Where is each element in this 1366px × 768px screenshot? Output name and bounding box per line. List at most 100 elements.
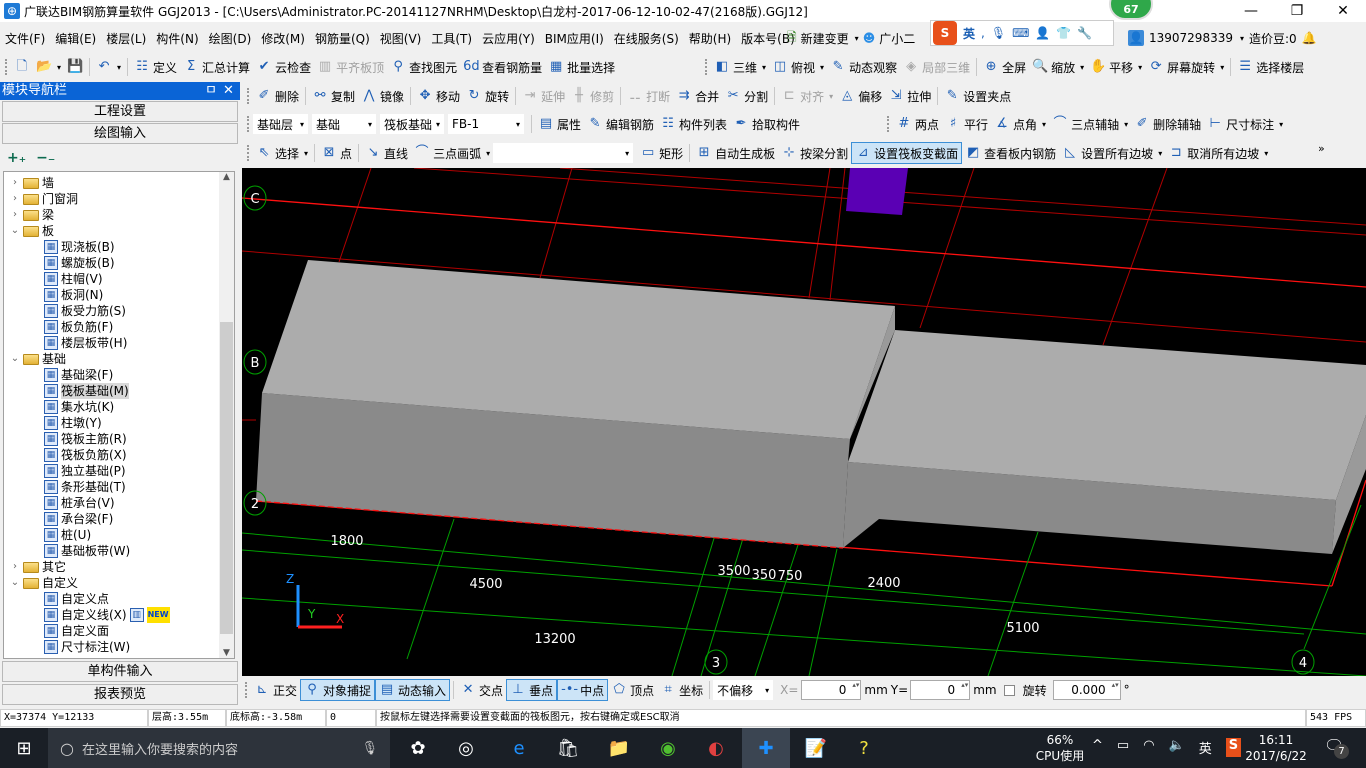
- ime-indicator[interactable]: 英: [1199, 738, 1212, 757]
- menu-item[interactable]: 文件(F): [0, 30, 50, 47]
- view-rebar-button[interactable]: ◩ 查看板内钢筋: [962, 142, 1059, 164]
- expand-arrow-icon[interactable]: ›: [10, 559, 20, 575]
- save-button[interactable]: 💾: [64, 56, 86, 78]
- midpoint-button[interactable]: -•- 中点: [557, 679, 609, 701]
- parallel-axis-button[interactable]: ♯ 平行: [942, 113, 991, 135]
- top-view-button[interactable]: ◫ 俯视 ▾: [769, 56, 827, 78]
- vertex-button[interactable]: ⬠ 顶点: [608, 679, 657, 701]
- notepad-icon[interactable]: 📝: [792, 728, 840, 768]
- rotate-screen-button[interactable]: ⟳ 屏幕旋转 ▾: [1145, 56, 1227, 78]
- pan-button[interactable]: ✋ 平移 ▾: [1087, 56, 1145, 78]
- tree-item[interactable]: ▦ 现浇板(B): [44, 239, 115, 255]
- ime-language[interactable]: 英: [963, 25, 975, 42]
- toolbar-grip[interactable]: [247, 116, 250, 132]
- perpendicular-button[interactable]: ⊥ 垂点: [506, 679, 558, 701]
- menu-item[interactable]: 构件(N): [151, 30, 203, 47]
- variable-section-button[interactable]: ⊿ 设置筏板变截面: [851, 142, 963, 164]
- browser-360-icon[interactable]: ◉: [644, 728, 692, 768]
- tree-item[interactable]: › 门窗洞: [10, 191, 78, 207]
- select-floor-button[interactable]: ☰ 选择楼层: [1234, 56, 1307, 78]
- tree-item[interactable]: ▦ 筏板基础(M): [44, 383, 129, 399]
- eyedropper-button[interactable]: ✒ 拾取构件: [730, 113, 803, 135]
- wrench-icon[interactable]: 🔧: [1077, 26, 1092, 40]
- tree-item[interactable]: ▦ 条形基础(T): [44, 479, 126, 495]
- menu-item[interactable]: 视图(V): [375, 30, 427, 47]
- 3d-viewport[interactable]: C B 2 3 4 1800 4500 3500 350 750 2400 13…: [241, 167, 1366, 677]
- restore-button[interactable]: ❐: [1274, 0, 1320, 22]
- tree-item[interactable]: ▦ 自定义线(X) ▥ NEW: [44, 607, 170, 623]
- menu-item[interactable]: 云应用(Y): [477, 30, 540, 47]
- move-button[interactable]: ✥ 移动: [414, 85, 463, 107]
- tree-item[interactable]: ⌄ 板: [10, 223, 54, 239]
- toolbar-grip[interactable]: [245, 682, 248, 698]
- user-icon[interactable]: 👤: [1035, 26, 1050, 40]
- app-swirl-icon[interactable]: ◎: [442, 728, 490, 768]
- point-angle-button[interactable]: ∡ 点角 ▾: [991, 113, 1049, 135]
- mirror-button[interactable]: ⋀ 镜像: [358, 85, 407, 107]
- tree-item[interactable]: ▦ 板受力筋(S): [44, 303, 126, 319]
- menu-item[interactable]: BIM应用(I): [540, 30, 609, 47]
- define-button[interactable]: ☷ 定义: [131, 56, 180, 78]
- punctuation-icon[interactable]: ,: [981, 26, 985, 40]
- minimize-button[interactable]: —: [1228, 0, 1274, 22]
- break-button[interactable]: ⚋ 打断: [624, 85, 673, 107]
- score-badge[interactable]: 67: [1109, 0, 1153, 20]
- tree-item[interactable]: ▦ 独立基础(P): [44, 463, 126, 479]
- edit-rebar-button[interactable]: ✎ 编辑钢筋: [584, 113, 657, 135]
- component-select[interactable]: FB-1 ▾: [448, 114, 524, 134]
- merge-button[interactable]: ⇉ 合并: [673, 85, 722, 107]
- floor-select[interactable]: 基础层 ▾: [253, 114, 308, 134]
- new-change-button[interactable]: 新建变更: [801, 30, 849, 47]
- tree-item[interactable]: › 墙: [10, 175, 54, 191]
- tree-item[interactable]: ▦ 筏板负筋(X): [44, 447, 127, 463]
- menu-item[interactable]: 钢筋量(Q): [310, 30, 375, 47]
- rotate-checkbox[interactable]: [1003, 684, 1015, 696]
- set-slope-button[interactable]: ◺ 设置所有边坡 ▾: [1059, 142, 1165, 164]
- tree-item[interactable]: ▦ 筏板主筋(R): [44, 431, 127, 447]
- tree-item[interactable]: ▦ 基础板带(W): [44, 543, 130, 559]
- delete-button[interactable]: ✐ 删除: [253, 85, 302, 107]
- edge-icon[interactable]: e: [495, 728, 543, 768]
- tree-item[interactable]: ▦ 尺寸标注(W): [44, 639, 130, 655]
- tree-item[interactable]: ▦ 承台梁(F): [44, 511, 113, 527]
- close-panel-icon[interactable]: ✕: [223, 82, 234, 100]
- line-button[interactable]: ↘ 直线: [362, 142, 411, 164]
- point-button[interactable]: ⊠ 点: [318, 142, 355, 164]
- local-3d-button[interactable]: ◈ 局部三维: [900, 56, 973, 78]
- volume-icon[interactable]: 🔈: [1169, 738, 1185, 757]
- viewport-canvas[interactable]: C B 2 3 4 1800 4500 3500 350 750 2400 13…: [241, 167, 1366, 677]
- open-folder-button[interactable]: 📂 ▾: [33, 56, 64, 78]
- expand-all-icon[interactable]: +₊: [7, 150, 26, 166]
- tree-item[interactable]: ▦ 柱帽(V): [44, 271, 103, 287]
- cpu-meter[interactable]: 66% CPU使用: [1030, 732, 1090, 764]
- binoculars-button[interactable]: ⚲ 查找图元: [387, 56, 460, 78]
- tree-item[interactable]: ▦ 桩(U): [44, 527, 91, 543]
- split-button[interactable]: ✂ 分割: [722, 85, 771, 107]
- tree-item[interactable]: ▦ 板洞(N): [44, 287, 103, 303]
- ime-toolbar[interactable]: S 英 , 🎙 ⌨ 👤 👕 🔧: [930, 20, 1114, 46]
- rotate-angle-input[interactable]: 0.000: [1052, 680, 1121, 700]
- orbit-button[interactable]: ✎ 动态观察: [827, 56, 900, 78]
- single-component-input-button[interactable]: 单构件输入: [2, 661, 238, 682]
- tree-item[interactable]: ▦ 集水坑(K): [44, 399, 114, 415]
- align-top-button[interactable]: ▥ 平齐板顶: [314, 56, 387, 78]
- zoom-button[interactable]: 🔍 缩放 ▾: [1029, 56, 1087, 78]
- menu-item[interactable]: 修改(M): [256, 30, 310, 47]
- purple-column[interactable]: [846, 168, 908, 215]
- grip-point-button[interactable]: ✎ 设置夹点: [941, 85, 1014, 107]
- undo-button[interactable]: ↶ ▾: [93, 56, 124, 78]
- ggj-app-icon[interactable]: ✚: [742, 728, 790, 768]
- expand-arrow-icon[interactable]: ›: [10, 191, 20, 207]
- help-icon[interactable]: ?: [840, 728, 888, 768]
- collapse-arrow-icon[interactable]: ⌄: [10, 351, 20, 367]
- new-file-button[interactable]: 🗋: [11, 56, 33, 78]
- split-by-beam-button[interactable]: ⊹ 按梁分割: [778, 142, 851, 164]
- pin-icon[interactable]: ㅁ: [205, 82, 217, 100]
- tree-item[interactable]: ▦ 柱墩(Y): [44, 415, 102, 431]
- microphone-icon[interactable]: 🎙: [991, 26, 1006, 40]
- menu-item[interactable]: 工具(T): [426, 30, 477, 47]
- project-settings-button[interactable]: 工程设置: [2, 101, 238, 122]
- windows-start-icon[interactable]: ⊞: [0, 728, 48, 768]
- tray-expand-icon[interactable]: ^: [1092, 738, 1103, 757]
- tree-item[interactable]: › 梁: [10, 207, 54, 223]
